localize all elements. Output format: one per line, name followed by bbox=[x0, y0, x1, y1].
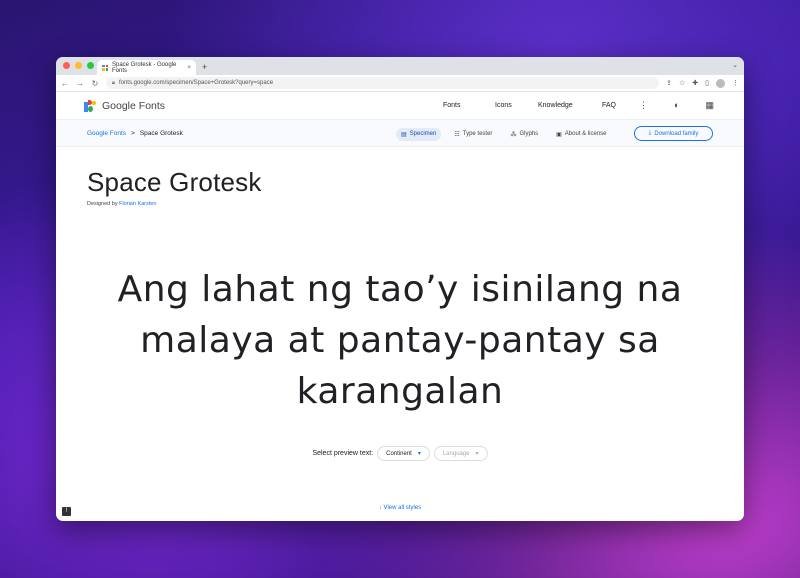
reload-icon[interactable]: ↻ bbox=[91, 79, 99, 88]
maximize-window-button[interactable] bbox=[87, 62, 94, 69]
window-controls bbox=[63, 62, 94, 69]
url-text: fonts.google.com/specimen/Space+Grotesk?… bbox=[118, 80, 274, 86]
download-icon: ⤓ bbox=[648, 130, 652, 136]
breadcrumb-google-fonts[interactable]: Google Fonts bbox=[87, 130, 126, 137]
specimen-tabs: ▤ Specimen ☷ Type tester ⁂ Glyphs ▣ Abou… bbox=[396, 120, 612, 148]
language-dropdown[interactable]: Language ▾ bbox=[433, 446, 488, 461]
breadcrumb: Google Fonts > Space Grotesk bbox=[87, 130, 183, 137]
selected-families-icon[interactable]: ▦ bbox=[705, 100, 714, 111]
tab-about-license-label: About & license bbox=[564, 131, 607, 137]
continent-dropdown[interactable]: Continent ▾ bbox=[377, 446, 430, 461]
specimen-toolbar: Google Fonts > Space Grotesk ▤ Specimen … bbox=[56, 119, 744, 147]
back-arrow-icon[interactable]: ← bbox=[61, 79, 69, 88]
breadcrumb-current: Space Grotesk bbox=[139, 129, 183, 137]
google-fonts-favicon-icon bbox=[102, 64, 108, 71]
tab-glyphs[interactable]: ⁂ Glyphs bbox=[505, 128, 543, 141]
toolbar-icons: ⇪ ☆ ✚ ▯ ⋮ bbox=[666, 78, 739, 88]
tab-type-tester[interactable]: ☷ Type tester bbox=[449, 128, 497, 141]
bookmark-star-icon[interactable]: ☆ bbox=[679, 79, 685, 87]
about-icon: ▣ bbox=[556, 131, 562, 138]
header-actions: ⋮ ◐ ▦ bbox=[639, 100, 714, 111]
select-preview-label: Select preview text: bbox=[312, 450, 374, 457]
tab-about-license[interactable]: ▣ About & license bbox=[551, 128, 611, 141]
download-family-button[interactable]: ⤓ Download family bbox=[634, 126, 713, 141]
tab-specimen-label: Specimen bbox=[409, 131, 437, 137]
designer-credit: Designed by Florian Karsten bbox=[87, 201, 156, 207]
browser-menu-icon[interactable]: ⋮ bbox=[732, 79, 739, 87]
download-family-label: Download family bbox=[654, 130, 699, 137]
preview-selector: Select preview text: Continent ▾ Languag… bbox=[56, 446, 744, 461]
specimen-icon: ▤ bbox=[401, 131, 407, 138]
browser-tab[interactable]: Space Grotesk - Google Fonts × bbox=[97, 60, 196, 75]
nav-faq[interactable]: FAQ bbox=[602, 102, 616, 109]
specimen-content: Space Grotesk Designed by Florian Karste… bbox=[56, 147, 744, 521]
designer-link[interactable]: Florian Karsten bbox=[119, 201, 156, 207]
nav-fonts[interactable]: Fonts bbox=[443, 102, 461, 109]
type-tester-icon: ☷ bbox=[454, 131, 460, 138]
new-tab-button[interactable]: + bbox=[202, 60, 207, 75]
address-toolbar: ← → ↻ 🔒︎ fonts.google.com/specimen/Space… bbox=[56, 75, 744, 92]
glyphs-icon: ⁂ bbox=[510, 131, 517, 138]
caret-down-icon: ▾ bbox=[417, 451, 421, 457]
view-all-styles-link[interactable]: ↓ View all styles bbox=[56, 505, 744, 511]
page-title: Space Grotesk bbox=[87, 167, 262, 197]
theme-toggle-icon[interactable]: ◐ bbox=[674, 100, 679, 111]
sidebar-icon[interactable]: ▯ bbox=[705, 79, 709, 87]
google-fonts-logo-icon bbox=[84, 99, 96, 112]
minimize-window-button[interactable] bbox=[75, 62, 82, 69]
tab-specimen[interactable]: ▤ Specimen bbox=[396, 127, 442, 141]
lock-icon: 🔒︎ bbox=[112, 79, 115, 86]
more-options-icon[interactable]: ⋮ bbox=[639, 100, 648, 111]
preview-text[interactable]: Ang lahat ng tao’y isinilang na malaya a… bbox=[56, 264, 744, 417]
designed-by-label: Designed by bbox=[87, 201, 118, 207]
forward-arrow-icon[interactable]: → bbox=[76, 79, 84, 88]
continent-value: Continent bbox=[386, 450, 412, 457]
preview-line: malaya at pantay-pantay sa bbox=[140, 320, 660, 361]
url-bar[interactable]: 🔒︎ fonts.google.com/specimen/Space+Grote… bbox=[106, 77, 660, 89]
logo-text: Google Fonts bbox=[102, 99, 166, 112]
share-icon[interactable]: ⇪ bbox=[666, 79, 672, 87]
profile-avatar[interactable] bbox=[716, 78, 725, 88]
nav-icons[interactable]: Icons bbox=[495, 102, 512, 109]
tab-type-tester-label: Type tester bbox=[462, 131, 493, 137]
feedback-icon[interactable]: ! bbox=[62, 507, 71, 516]
tab-title: Space Grotesk - Google Fonts bbox=[112, 61, 177, 74]
preview-line: Ang lahat ng tao’y isinilang na bbox=[117, 269, 683, 310]
tab-search-chevron-icon[interactable]: ⌄ bbox=[732, 61, 738, 69]
tab-close-icon[interactable]: × bbox=[187, 65, 191, 71]
caret-down-icon: ▾ bbox=[475, 451, 479, 457]
extensions-puzzle-icon[interactable]: ✚ bbox=[692, 79, 698, 87]
browser-window: Space Grotesk - Google Fonts × + ⌄ ← → ↻… bbox=[56, 57, 744, 521]
breadcrumb-separator: > bbox=[131, 129, 135, 137]
tab-glyphs-label: Glyphs bbox=[519, 131, 539, 137]
tab-strip: Space Grotesk - Google Fonts × + ⌄ bbox=[56, 57, 744, 75]
google-fonts-logo[interactable]: Google Fonts bbox=[84, 99, 166, 112]
arrow-down-icon: ↓ bbox=[378, 505, 382, 511]
language-value: Language bbox=[442, 450, 470, 457]
preview-line: karangalan bbox=[296, 371, 504, 412]
view-all-styles-label: View all styles bbox=[383, 505, 422, 511]
close-window-button[interactable] bbox=[63, 62, 70, 69]
nav-knowledge[interactable]: Knowledge bbox=[538, 102, 573, 109]
site-header: Google Fonts Fonts Icons Knowledge FAQ ⋮… bbox=[56, 92, 744, 119]
